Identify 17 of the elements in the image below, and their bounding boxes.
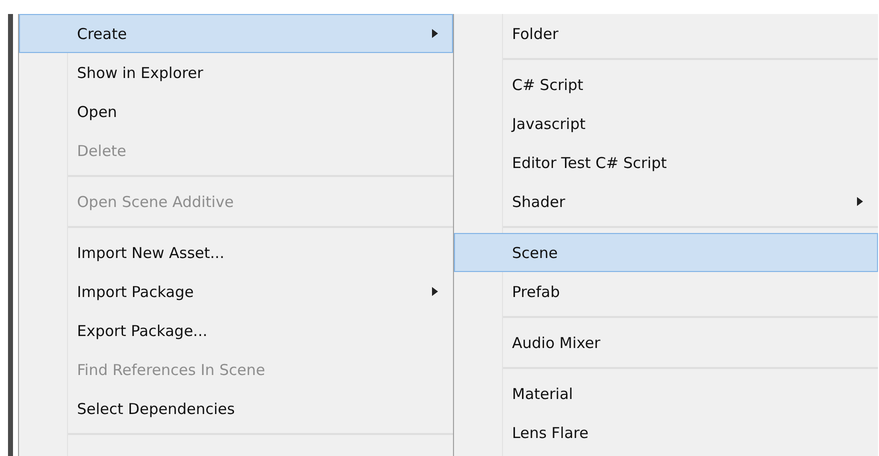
menu-item[interactable]: Folder — [454, 14, 878, 53]
menu-item[interactable]: Editor Test C# Script — [454, 143, 878, 182]
menu-item[interactable]: Scene — [454, 233, 878, 272]
menu-item[interactable]: Audio Mixer — [454, 323, 878, 362]
menu-item[interactable]: Show in Explorer — [19, 53, 453, 92]
menu-item[interactable]: C# Script — [454, 65, 878, 104]
menu-item[interactable]: Javascript — [454, 104, 878, 143]
menu-item[interactable]: Shader — [454, 182, 878, 221]
menu-item[interactable]: Lens Flare — [454, 413, 878, 452]
menu-item[interactable]: Prefab — [454, 272, 878, 311]
menu-item[interactable]: Create — [19, 14, 453, 53]
menu-item[interactable]: Select Dependencies — [19, 389, 453, 428]
menu-item[interactable]: Import New Asset... — [19, 233, 453, 272]
menu-item[interactable]: Import Package — [19, 272, 453, 311]
menu-item[interactable]: Export Package... — [19, 311, 453, 350]
menu-item[interactable]: Material — [454, 374, 878, 413]
menu-item[interactable]: Open — [19, 92, 453, 131]
